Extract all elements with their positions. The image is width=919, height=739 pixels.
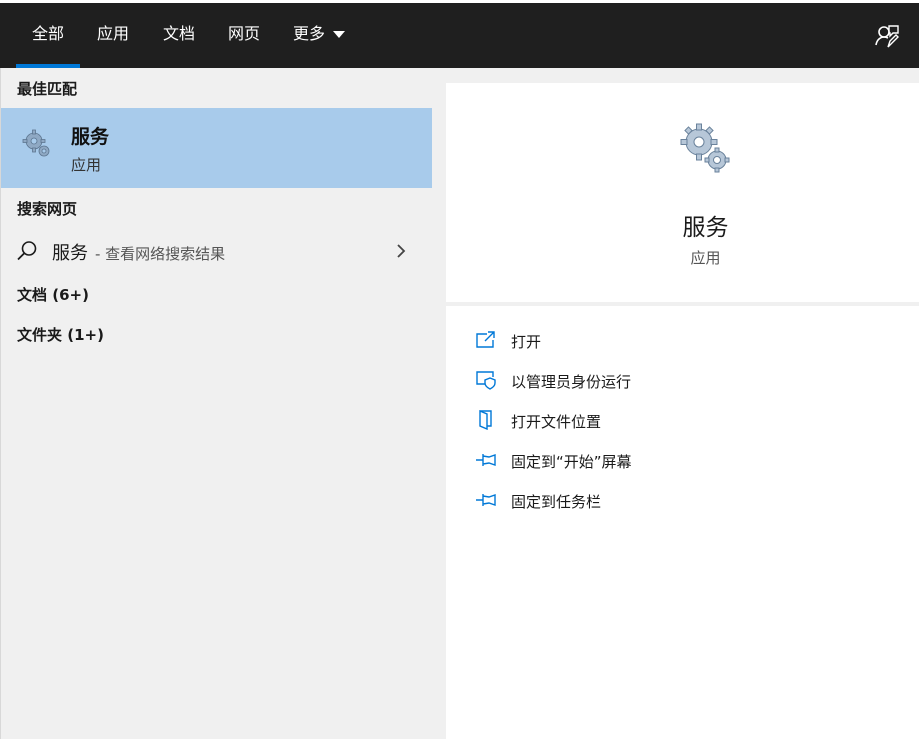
best-match-name: 服务: [71, 126, 110, 148]
tab-web[interactable]: 网页: [228, 3, 260, 68]
documents-heading[interactable]: 文档 (6+): [17, 284, 89, 305]
run-as-admin-icon: [476, 371, 496, 390]
search-web-heading: 搜索网页: [17, 200, 78, 218]
chevron-right-icon[interactable]: [395, 242, 407, 260]
best-match-heading: 最佳匹配: [17, 80, 78, 98]
preview-pane: 服务 应用 打开 以管理员身份运行 打开文件位置 固定到“开始”屏幕 固定到任务…: [446, 83, 919, 739]
file-location-icon: [479, 410, 492, 430]
action-open-label: 打开: [511, 333, 542, 351]
app-title: 服务: [682, 215, 729, 241]
app-subtitle: 应用: [690, 249, 721, 267]
action-run-as-admin[interactable]: 以管理员身份运行: [446, 363, 919, 399]
web-search-result[interactable]: 服务 - 查看网络搜索结果: [1, 232, 432, 272]
tab-documents[interactable]: 文档: [163, 3, 195, 68]
open-icon: [476, 331, 495, 348]
action-pin-to-taskbar-label: 固定到任务栏: [511, 493, 602, 511]
web-search-hint: - 查看网络搜索结果: [95, 245, 226, 263]
results-pane: 最佳匹配 服务 应用 搜索网页 服务 - 查看网络搜索结果 文档 (6+) 文件…: [0, 68, 432, 739]
action-pin-to-taskbar[interactable]: 固定到任务栏: [446, 483, 919, 519]
folders-heading[interactable]: 文件夹 (1+): [17, 324, 104, 345]
best-match-type: 应用: [71, 156, 102, 174]
action-open-file-location-label: 打开文件位置: [511, 413, 602, 431]
action-run-as-admin-label: 以管理员身份运行: [511, 373, 632, 391]
pin-taskbar-icon: [476, 494, 496, 506]
tab-more[interactable]: 更多: [293, 3, 346, 68]
services-gear-icon: [680, 123, 730, 173]
filter-tab-bar: 全部 应用 文档 网页 更多: [0, 3, 919, 68]
best-match-item[interactable]: 服务 应用: [1, 108, 432, 188]
pin-start-icon: [476, 454, 496, 466]
feedback-person-icon[interactable]: [874, 23, 900, 49]
divider: [446, 302, 919, 306]
action-pin-to-start[interactable]: 固定到“开始”屏幕: [446, 443, 919, 479]
tab-more-label: 更多: [293, 24, 326, 43]
action-pin-to-start-label: 固定到“开始”屏幕: [511, 453, 632, 471]
tab-apps[interactable]: 应用: [97, 3, 129, 68]
action-open-file-location[interactable]: 打开文件位置: [446, 403, 919, 439]
web-search-query: 服务: [52, 243, 88, 264]
action-open[interactable]: 打开: [446, 323, 919, 359]
search-icon: [17, 241, 37, 261]
services-gear-icon: [22, 129, 50, 157]
chevron-down-icon: [333, 31, 346, 38]
tab-all[interactable]: 全部: [15, 3, 81, 68]
